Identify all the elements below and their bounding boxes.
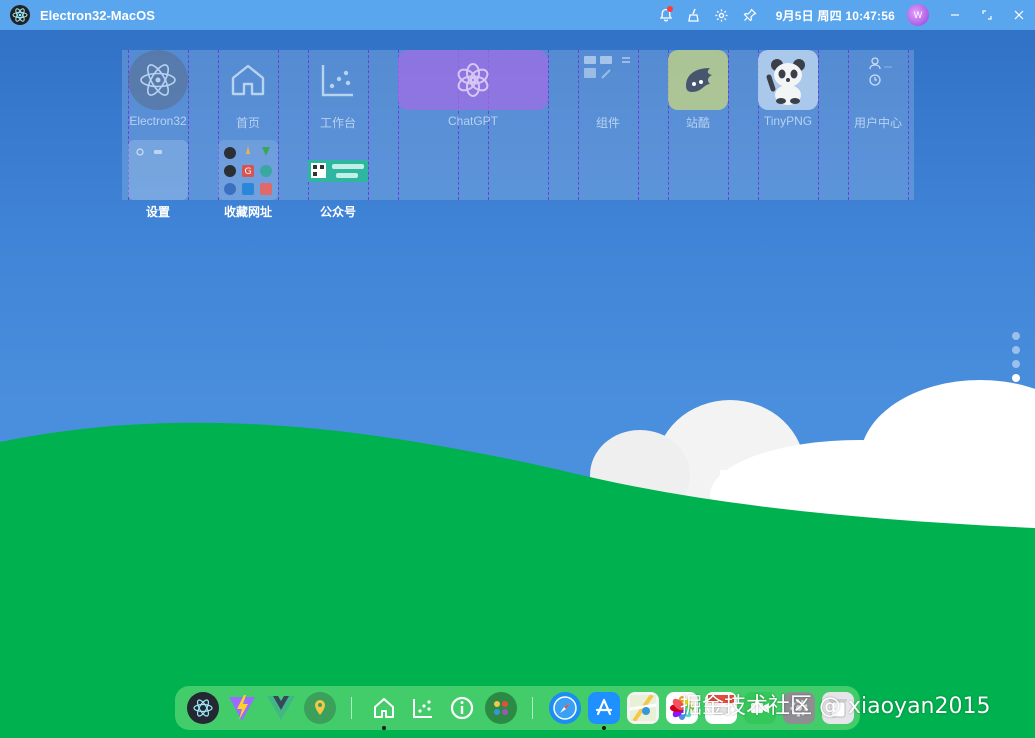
dock-separator xyxy=(532,697,533,719)
grid-guide xyxy=(278,50,279,200)
app-label: Electron32 xyxy=(129,114,187,128)
minimize-button[interactable] xyxy=(939,0,971,30)
page-dot[interactable] xyxy=(1012,332,1020,340)
app-workbench[interactable]: 工作台 xyxy=(308,50,368,131)
watermark-text: 掘金技术社区 @ xiaoyan2015 xyxy=(680,694,991,719)
widget-label-wechat: 公众号 xyxy=(319,205,356,219)
appstore-icon[interactable] xyxy=(587,692,620,730)
desktop-app-grid: Electron32 首页 工作台 ChatGPT 组件 站酷 TinyPNG … xyxy=(122,50,914,200)
widget-label-bookmarks: 收藏网址 xyxy=(223,205,272,219)
app-components[interactable]: 组件 xyxy=(578,50,638,131)
pin-icon[interactable] xyxy=(736,0,764,30)
notification-badge xyxy=(666,6,673,12)
grid-guide xyxy=(188,50,189,200)
maximize-button[interactable] xyxy=(971,0,1003,30)
app-home[interactable]: 首页 xyxy=(218,50,278,131)
app-user-center[interactable]: 用户中心 xyxy=(848,50,908,131)
app-tinypng[interactable]: TinyPNG xyxy=(758,50,818,128)
home-icon[interactable] xyxy=(368,692,400,730)
info-icon[interactable] xyxy=(446,692,478,724)
app-label: 组件 xyxy=(595,116,620,130)
page-dot[interactable] xyxy=(1012,360,1020,368)
chatgpt-icon xyxy=(398,50,548,110)
grid-guide xyxy=(728,50,729,200)
app-electron32[interactable]: Electron32 xyxy=(128,50,188,128)
grid-guide xyxy=(638,50,639,200)
chart-icon[interactable] xyxy=(407,692,439,724)
close-button[interactable] xyxy=(1003,0,1035,30)
zcool-icon xyxy=(668,50,728,110)
grid-guide xyxy=(368,50,369,200)
app-chatgpt[interactable]: ChatGPT xyxy=(398,50,548,128)
broom-icon[interactable] xyxy=(680,0,708,30)
gear-icon[interactable] xyxy=(708,0,736,30)
electron-logo-icon[interactable] xyxy=(10,5,30,25)
panda-icon xyxy=(758,50,818,110)
settings-widget-preview xyxy=(128,140,188,200)
page-indicator xyxy=(1012,332,1020,388)
bookmarks-widget-preview: G xyxy=(218,140,278,200)
widget-bookmarks[interactable]: G xyxy=(218,140,278,200)
chart-icon xyxy=(308,50,368,110)
vue-icon[interactable] xyxy=(265,692,297,724)
avatar-initials: W xyxy=(913,10,923,20)
vite-icon[interactable] xyxy=(226,692,258,724)
widget-label-settings: 设置 xyxy=(145,205,170,219)
app-label: TinyPNG xyxy=(763,114,813,128)
clock-datetime[interactable]: 9月5日 周四 10:47:56 xyxy=(776,7,895,24)
grid-guide xyxy=(908,50,909,200)
app-label: 用户中心 xyxy=(853,116,902,130)
map-pin-icon[interactable] xyxy=(303,692,336,724)
safari-icon[interactable] xyxy=(548,692,581,724)
app-label: 站酷 xyxy=(685,116,710,130)
maps-icon[interactable] xyxy=(626,692,659,724)
page-dot-active[interactable] xyxy=(1012,374,1020,382)
grid-guide xyxy=(818,50,819,200)
widget-settings[interactable] xyxy=(128,140,188,200)
running-indicator xyxy=(601,726,606,730)
wechat-widget-preview xyxy=(308,140,368,200)
app-title: Electron32-MacOS xyxy=(40,7,155,23)
dock-separator xyxy=(351,697,352,719)
app-label: 工作台 xyxy=(319,116,356,130)
top-menu-bar: Electron32-MacOS 9月5日 周四 10:47:56 W xyxy=(0,0,1035,30)
running-indicator xyxy=(381,726,386,730)
electron-icon[interactable] xyxy=(186,692,219,724)
apps-icon[interactable] xyxy=(484,692,517,724)
grid-guide xyxy=(548,50,549,200)
app-label: ChatGPT xyxy=(447,114,498,128)
svg-text:G: G xyxy=(245,167,252,177)
avatar[interactable]: W xyxy=(907,4,929,26)
app-zcool[interactable]: 站酷 xyxy=(668,50,728,131)
bell-icon[interactable] xyxy=(652,0,680,30)
widget-wechat-account[interactable] xyxy=(308,140,368,200)
home-icon xyxy=(218,50,278,110)
electron-icon xyxy=(128,50,188,110)
user-center-widget xyxy=(848,50,908,110)
app-label: 首页 xyxy=(235,116,260,130)
components-widget xyxy=(578,50,638,110)
page-dot[interactable] xyxy=(1012,346,1020,354)
